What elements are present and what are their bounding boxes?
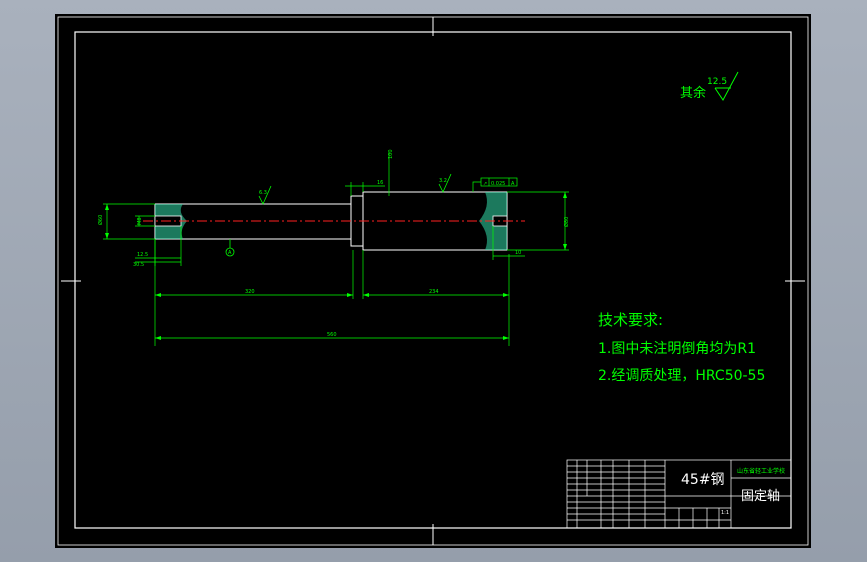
dim-left-diameter: Ø60 [97,215,104,225]
roughness-note-value: 12.5 [707,77,727,87]
dim-right-diameter: Ø80 [563,217,570,227]
drawing-canvas[interactable]: 320 234 560 Ø60 M8 12.5 30.5 Ø80 10 16 1… [55,14,811,548]
roughness-right-value: 3.2 [439,178,447,184]
tech-req-item-1: 1.图中未注明倒角均为R1 [598,341,756,357]
roughness-left-value: 6.3 [259,190,267,196]
title-scale: 1:1 [721,510,729,516]
dim-collar-width: 16 [377,180,383,186]
dim-overall-length: 560 [327,332,337,338]
title-organization: 山东省轻工业学校 [737,467,785,475]
dim-collar-height: 100 [388,149,394,159]
dim-left-bore-depth: 30.5 [133,262,144,268]
dim-right-thread-depth: 10 [515,250,521,256]
tolerance-value: 0.025 [491,181,505,187]
title-part-name: 固定轴 [741,489,780,504]
dim-left-thread-depth: 12.5 [137,252,148,258]
inner-frame [74,31,792,529]
tolerance-datum: A [511,181,515,187]
dim-left-bore: M8 [137,218,143,226]
drawing-sheet[interactable]: 320 234 560 Ø60 M8 12.5 30.5 Ø80 10 16 1… [55,14,811,548]
tolerance-symbol: ↗ [483,181,487,187]
dim-right-length: 234 [429,289,439,295]
datum-letter: A [228,250,232,256]
cad-viewport[interactable]: 320 234 560 Ø60 M8 12.5 30.5 Ø80 10 16 1… [0,0,867,562]
title-material: 45#钢 [681,472,725,488]
roughness-note-label: 其余 [680,85,706,101]
dim-left-length: 320 [245,289,255,295]
tech-req-item-2: 2.经调质处理，HRC50-55 [598,368,765,384]
tech-req-title: 技术要求: [598,311,663,329]
